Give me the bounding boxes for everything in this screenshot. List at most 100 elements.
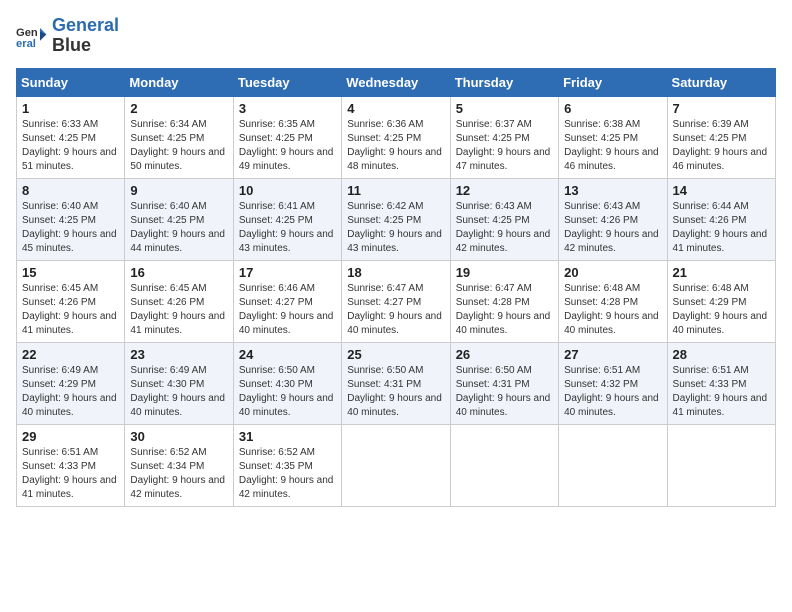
- calendar-cell: 19 Sunrise: 6:47 AM Sunset: 4:28 PM Dayl…: [450, 260, 558, 342]
- weekday-header-tuesday: Tuesday: [233, 68, 341, 96]
- calendar-cell: [342, 424, 450, 506]
- calendar-cell: 26 Sunrise: 6:50 AM Sunset: 4:31 PM Dayl…: [450, 342, 558, 424]
- cell-daylight: Daylight: 9 hours and 41 minutes.: [130, 311, 225, 336]
- cell-daylight: Daylight: 9 hours and 42 minutes.: [564, 229, 659, 254]
- weekday-header-friday: Friday: [559, 68, 667, 96]
- cell-sunrise: Sunrise: 6:41 AM: [239, 201, 315, 212]
- calendar-week-row: 15 Sunrise: 6:45 AM Sunset: 4:26 PM Dayl…: [17, 260, 776, 342]
- cell-daylight: Daylight: 9 hours and 41 minutes.: [22, 475, 117, 500]
- cell-sunset: Sunset: 4:26 PM: [22, 297, 96, 308]
- day-number: 30: [130, 429, 227, 444]
- day-number: 17: [239, 265, 336, 280]
- day-number: 1: [22, 101, 119, 116]
- calendar-cell: 12 Sunrise: 6:43 AM Sunset: 4:25 PM Dayl…: [450, 178, 558, 260]
- cell-sunrise: Sunrise: 6:35 AM: [239, 119, 315, 130]
- calendar-cell: 23 Sunrise: 6:49 AM Sunset: 4:30 PM Dayl…: [125, 342, 233, 424]
- cell-sunset: Sunset: 4:31 PM: [456, 379, 530, 390]
- day-number: 8: [22, 183, 119, 198]
- calendar-cell: 17 Sunrise: 6:46 AM Sunset: 4:27 PM Dayl…: [233, 260, 341, 342]
- cell-sunset: Sunset: 4:25 PM: [239, 215, 313, 226]
- cell-daylight: Daylight: 9 hours and 42 minutes.: [239, 475, 334, 500]
- day-number: 6: [564, 101, 661, 116]
- cell-daylight: Daylight: 9 hours and 42 minutes.: [456, 229, 551, 254]
- cell-daylight: Daylight: 9 hours and 41 minutes.: [673, 393, 768, 418]
- cell-daylight: Daylight: 9 hours and 40 minutes.: [564, 311, 659, 336]
- day-number: 7: [673, 101, 770, 116]
- day-number: 4: [347, 101, 444, 116]
- cell-sunset: Sunset: 4:28 PM: [564, 297, 638, 308]
- calendar-cell: 8 Sunrise: 6:40 AM Sunset: 4:25 PM Dayli…: [17, 178, 125, 260]
- calendar-cell: 25 Sunrise: 6:50 AM Sunset: 4:31 PM Dayl…: [342, 342, 450, 424]
- day-number: 15: [22, 265, 119, 280]
- cell-sunset: Sunset: 4:25 PM: [239, 133, 313, 144]
- weekday-header-thursday: Thursday: [450, 68, 558, 96]
- cell-sunrise: Sunrise: 6:51 AM: [673, 365, 749, 376]
- calendar-cell: [450, 424, 558, 506]
- cell-sunset: Sunset: 4:25 PM: [456, 133, 530, 144]
- cell-sunset: Sunset: 4:29 PM: [673, 297, 747, 308]
- day-number: 29: [22, 429, 119, 444]
- calendar-cell: 10 Sunrise: 6:41 AM Sunset: 4:25 PM Dayl…: [233, 178, 341, 260]
- cell-sunset: Sunset: 4:25 PM: [22, 215, 96, 226]
- calendar-cell: 31 Sunrise: 6:52 AM Sunset: 4:35 PM Dayl…: [233, 424, 341, 506]
- calendar-cell: 16 Sunrise: 6:45 AM Sunset: 4:26 PM Dayl…: [125, 260, 233, 342]
- cell-daylight: Daylight: 9 hours and 40 minutes.: [347, 393, 442, 418]
- cell-sunset: Sunset: 4:33 PM: [673, 379, 747, 390]
- cell-sunset: Sunset: 4:30 PM: [130, 379, 204, 390]
- page-header: Gen eral GeneralBlue: [16, 16, 776, 56]
- weekday-header-sunday: Sunday: [17, 68, 125, 96]
- cell-daylight: Daylight: 9 hours and 40 minutes.: [22, 393, 117, 418]
- cell-sunset: Sunset: 4:25 PM: [130, 215, 204, 226]
- cell-sunset: Sunset: 4:31 PM: [347, 379, 421, 390]
- logo-icon: Gen eral: [16, 20, 48, 52]
- cell-sunrise: Sunrise: 6:42 AM: [347, 201, 423, 212]
- cell-sunrise: Sunrise: 6:50 AM: [239, 365, 315, 376]
- calendar-header-row: SundayMondayTuesdayWednesdayThursdayFrid…: [17, 68, 776, 96]
- cell-sunset: Sunset: 4:27 PM: [239, 297, 313, 308]
- calendar-cell: 29 Sunrise: 6:51 AM Sunset: 4:33 PM Dayl…: [17, 424, 125, 506]
- day-number: 16: [130, 265, 227, 280]
- cell-sunrise: Sunrise: 6:47 AM: [456, 283, 532, 294]
- cell-daylight: Daylight: 9 hours and 47 minutes.: [456, 147, 551, 172]
- cell-sunrise: Sunrise: 6:39 AM: [673, 119, 749, 130]
- cell-sunrise: Sunrise: 6:33 AM: [22, 119, 98, 130]
- cell-sunset: Sunset: 4:25 PM: [22, 133, 96, 144]
- cell-daylight: Daylight: 9 hours and 43 minutes.: [347, 229, 442, 254]
- cell-sunrise: Sunrise: 6:49 AM: [22, 365, 98, 376]
- day-number: 28: [673, 347, 770, 362]
- cell-sunrise: Sunrise: 6:51 AM: [564, 365, 640, 376]
- calendar-cell: 18 Sunrise: 6:47 AM Sunset: 4:27 PM Dayl…: [342, 260, 450, 342]
- cell-daylight: Daylight: 9 hours and 51 minutes.: [22, 147, 117, 172]
- calendar-cell: 1 Sunrise: 6:33 AM Sunset: 4:25 PM Dayli…: [17, 96, 125, 178]
- day-number: 19: [456, 265, 553, 280]
- day-number: 2: [130, 101, 227, 116]
- calendar-week-row: 29 Sunrise: 6:51 AM Sunset: 4:33 PM Dayl…: [17, 424, 776, 506]
- day-number: 3: [239, 101, 336, 116]
- cell-sunset: Sunset: 4:32 PM: [564, 379, 638, 390]
- cell-sunset: Sunset: 4:25 PM: [673, 133, 747, 144]
- calendar-cell: [667, 424, 775, 506]
- cell-daylight: Daylight: 9 hours and 41 minutes.: [673, 229, 768, 254]
- day-number: 13: [564, 183, 661, 198]
- cell-daylight: Daylight: 9 hours and 40 minutes.: [239, 311, 334, 336]
- calendar-week-row: 1 Sunrise: 6:33 AM Sunset: 4:25 PM Dayli…: [17, 96, 776, 178]
- calendar-week-row: 8 Sunrise: 6:40 AM Sunset: 4:25 PM Dayli…: [17, 178, 776, 260]
- cell-sunrise: Sunrise: 6:48 AM: [564, 283, 640, 294]
- cell-sunset: Sunset: 4:25 PM: [456, 215, 530, 226]
- weekday-header-wednesday: Wednesday: [342, 68, 450, 96]
- cell-sunrise: Sunrise: 6:36 AM: [347, 119, 423, 130]
- calendar-cell: 27 Sunrise: 6:51 AM Sunset: 4:32 PM Dayl…: [559, 342, 667, 424]
- cell-sunrise: Sunrise: 6:46 AM: [239, 283, 315, 294]
- day-number: 14: [673, 183, 770, 198]
- logo-text: GeneralBlue: [52, 16, 119, 56]
- cell-sunset: Sunset: 4:30 PM: [239, 379, 313, 390]
- cell-sunrise: Sunrise: 6:49 AM: [130, 365, 206, 376]
- cell-daylight: Daylight: 9 hours and 49 minutes.: [239, 147, 334, 172]
- cell-sunrise: Sunrise: 6:50 AM: [456, 365, 532, 376]
- day-number: 9: [130, 183, 227, 198]
- calendar-cell: 24 Sunrise: 6:50 AM Sunset: 4:30 PM Dayl…: [233, 342, 341, 424]
- day-number: 24: [239, 347, 336, 362]
- day-number: 18: [347, 265, 444, 280]
- cell-daylight: Daylight: 9 hours and 40 minutes.: [130, 393, 225, 418]
- cell-sunrise: Sunrise: 6:43 AM: [564, 201, 640, 212]
